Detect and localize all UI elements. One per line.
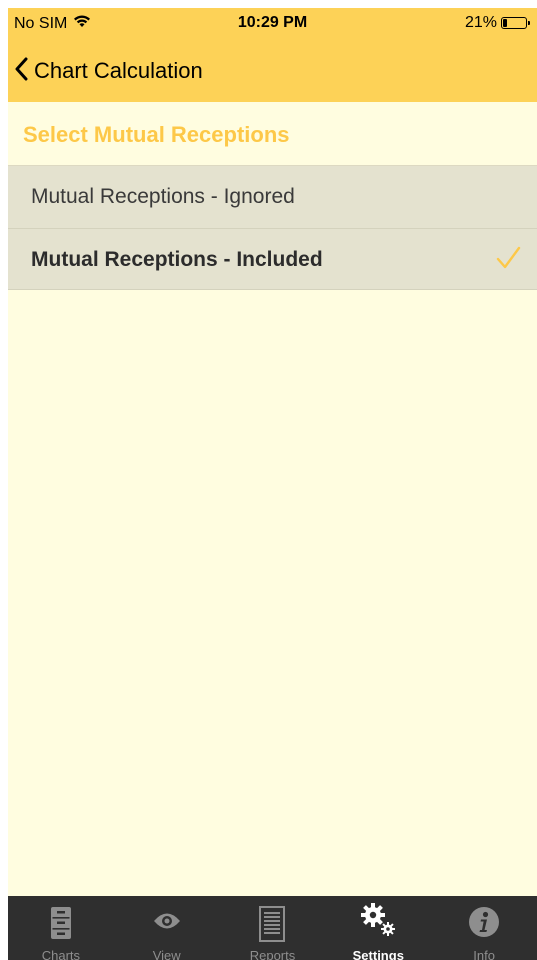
tab-charts[interactable]: Charts: [8, 896, 114, 960]
tab-label: Reports: [249, 948, 296, 960]
tab-info[interactable]: Info: [431, 896, 537, 960]
top-bar: No SIM 10:29 PM 21% Chart Calculation: [8, 8, 537, 102]
tab-label: Info: [473, 948, 495, 960]
info-icon: [468, 906, 500, 943]
battery-percent: 21%: [464, 14, 497, 31]
screen: No SIM 10:29 PM 21% Chart Calculation Se…: [8, 8, 537, 960]
option-label: Mutual Receptions - Included: [31, 248, 323, 271]
battery-fill: [503, 19, 507, 27]
eye-icon: [153, 912, 181, 935]
cabinet-icon: [50, 906, 72, 945]
status-right: 21%: [464, 14, 530, 32]
option-mutual-receptions-ignored[interactable]: Mutual Receptions - Ignored: [8, 166, 537, 228]
option-label: Mutual Receptions - Ignored: [31, 185, 295, 208]
section-header: Select Mutual Receptions: [8, 102, 537, 166]
option-mutual-receptions-included[interactable]: Mutual Receptions - Included: [8, 228, 537, 290]
clock: 10:29 PM: [237, 14, 308, 31]
tab-label: View: [152, 948, 181, 960]
tab-view[interactable]: View: [114, 896, 220, 960]
back-button-label: Chart Calculation: [34, 58, 203, 83]
section-title: Select Mutual Receptions: [23, 122, 290, 147]
gears-icon: [359, 902, 397, 943]
tab-reports[interactable]: Reports: [220, 896, 326, 960]
tab-bar: Charts View Reports Settings Info: [8, 896, 537, 960]
chevron-left-icon: [14, 57, 28, 86]
document-icon: [259, 906, 286, 947]
tab-label: Settings: [352, 948, 404, 960]
tab-label: Charts: [41, 948, 81, 960]
back-button[interactable]: Chart Calculation: [14, 54, 203, 88]
battery-icon: [501, 17, 530, 29]
checkmark-icon: [495, 245, 521, 276]
tab-settings[interactable]: Settings: [325, 896, 431, 960]
